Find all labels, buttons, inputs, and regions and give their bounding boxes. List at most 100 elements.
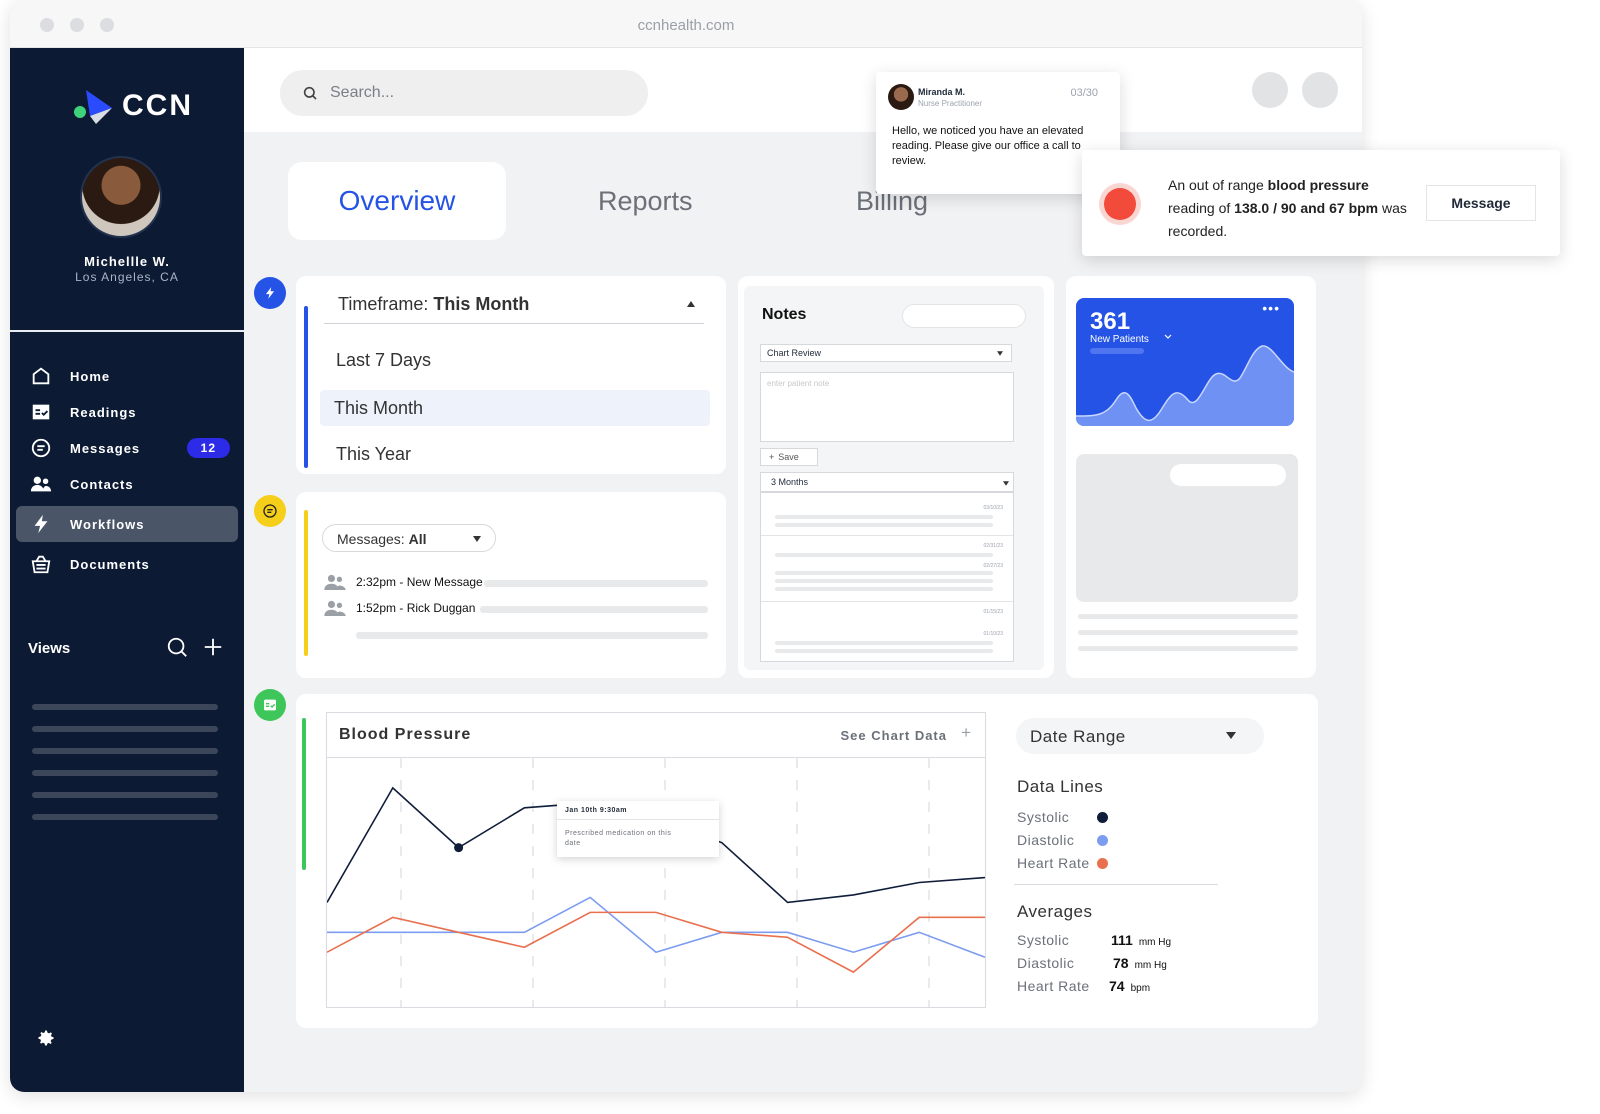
- contacts-icon: [324, 600, 346, 616]
- notification-body: Hello, we noticed you have an elevated r…: [892, 125, 1084, 167]
- tab-overview[interactable]: Overview: [288, 162, 506, 240]
- message-preview-placeholder: [484, 580, 708, 587]
- timeframe-card: Timeframe: This Month Last 7 Days This M…: [296, 276, 726, 474]
- message-preview-placeholder: [480, 606, 708, 613]
- highlighted-data-point[interactable]: [454, 843, 464, 853]
- average-number: 78: [1113, 955, 1129, 971]
- sidebar-item-messages[interactable]: Messages 12: [16, 430, 238, 466]
- chat-icon: [263, 504, 277, 518]
- brand-name: CCN: [122, 89, 193, 122]
- divider: [761, 601, 1013, 602]
- message-item[interactable]: 2:32pm - New Message: [324, 574, 483, 590]
- date-range-label: Date Range: [1030, 727, 1126, 746]
- average-label: Diastolic: [1017, 955, 1075, 971]
- note-placeholder: [775, 579, 993, 583]
- average-unit: mm Hg: [1134, 960, 1167, 971]
- series-line-diastolic[interactable]: [327, 896, 985, 958]
- note-date: 01/15/23: [983, 609, 1003, 615]
- gear-icon[interactable]: [36, 1028, 56, 1048]
- sidebar-item-workflows[interactable]: Workflows: [16, 506, 238, 542]
- sidebar-divider: [10, 330, 244, 332]
- more-icon[interactable]: •••: [1262, 300, 1280, 316]
- range-select[interactable]: 3 Months: [760, 472, 1014, 492]
- brand-logo[interactable]: CCN: [72, 86, 193, 126]
- views-actions: [166, 636, 224, 658]
- note-date: 02/31/23: [983, 543, 1003, 549]
- data-lines-title: Data Lines: [1017, 777, 1104, 796]
- note-textarea[interactable]: enter patient note: [760, 372, 1014, 442]
- plus-icon[interactable]: [202, 636, 224, 658]
- timeframe-select[interactable]: Timeframe: This Month: [338, 294, 529, 315]
- caret-up-icon[interactable]: [686, 300, 696, 308]
- note-placeholder: [775, 523, 993, 527]
- tab-reports[interactable]: Reports: [598, 186, 693, 217]
- legend-item[interactable]: Diastolic: [1017, 831, 1127, 849]
- messages-filter-select[interactable]: Messages: All: [322, 524, 496, 552]
- range-value: 3 Months: [771, 477, 809, 487]
- sidebar-item-label: Home: [70, 368, 111, 384]
- search-input[interactable]: Search...: [280, 70, 648, 116]
- placeholder-line: [1078, 630, 1298, 635]
- view-placeholder: [32, 814, 218, 820]
- average-value: 78 mm Hg: [1113, 955, 1167, 971]
- divider: [557, 819, 719, 820]
- bolt-icon: [265, 287, 275, 299]
- user-location: Los Angeles, CA: [75, 270, 179, 284]
- option-this-month[interactable]: This Month: [320, 390, 710, 426]
- note-placeholder: [775, 515, 993, 519]
- tooltip-body: Prescribed medication on this date: [565, 830, 672, 847]
- search-placeholder: Search...: [330, 84, 395, 101]
- plus-icon[interactable]: +: [961, 723, 971, 743]
- patients-area-chart: [1076, 345, 1294, 426]
- profile-button[interactable]: [1252, 72, 1288, 108]
- messages-count-badge: 12: [186, 438, 230, 458]
- notes-title: Notes: [762, 306, 807, 323]
- sender-role: Nurse Practitioner: [918, 99, 983, 108]
- home-icon: [32, 367, 50, 385]
- save-note-button[interactable]: + Save: [760, 448, 818, 466]
- settings-button[interactable]: [1302, 72, 1338, 108]
- sidebar-item-documents[interactable]: Documents: [16, 546, 238, 582]
- search-icon[interactable]: [166, 636, 188, 658]
- title-bar: ccnhealth.com: [10, 0, 1362, 48]
- sidebar-item-contacts[interactable]: Contacts: [16, 466, 238, 502]
- note-placeholder: [775, 587, 993, 591]
- message-button[interactable]: Message: [1426, 185, 1536, 221]
- reading-alert: An out of range blood pressure reading o…: [1082, 150, 1560, 256]
- average-value: 74 bpm: [1109, 978, 1150, 994]
- option-last-7-days[interactable]: Last 7 Days: [336, 350, 431, 371]
- caret-down-icon: [1226, 732, 1236, 739]
- average-label: Heart Rate: [1017, 978, 1090, 994]
- date-range-select[interactable]: Date Range: [1016, 718, 1264, 754]
- legend-swatch: [1097, 858, 1108, 869]
- new-patients-widget[interactable]: 361 New Patients •••: [1076, 298, 1294, 426]
- option-this-year[interactable]: This Year: [336, 444, 411, 465]
- readings-icon: [264, 699, 276, 711]
- legend-item[interactable]: Systolic: [1017, 808, 1127, 826]
- see-chart-data-link[interactable]: See Chart Data: [841, 728, 947, 743]
- alert-mid: reading of: [1168, 200, 1235, 216]
- messages-card: Messages: All 2:32pm - New Message 1:52p…: [296, 492, 726, 678]
- tooltip-title: Jan 10th 9:30am: [565, 807, 627, 814]
- sender-avatar: [888, 84, 914, 110]
- sidebar-item-home[interactable]: Home: [16, 358, 238, 394]
- legend-swatch: [1097, 812, 1108, 823]
- accent-bar: [304, 306, 308, 468]
- user-avatar[interactable]: [80, 156, 162, 238]
- notes-history-list: 03/10/23 02/31/23 02/27/23 01/15/23 01/1…: [760, 492, 1014, 662]
- sender-name: Miranda M.: [918, 87, 966, 97]
- legend-item[interactable]: Heart Rate: [1017, 854, 1127, 872]
- alert-text: An out of range blood pressure reading o…: [1168, 174, 1408, 243]
- notes-search-input[interactable]: [902, 304, 1026, 328]
- legend-label: Diastolic: [1017, 832, 1075, 848]
- averages-title: Averages: [1017, 902, 1093, 921]
- placeholder-line: [1078, 646, 1298, 651]
- url-text[interactable]: ccnhealth.com: [10, 17, 1362, 34]
- bp-line-chart[interactable]: [327, 758, 985, 1007]
- bp-chart-title: Blood Pressure: [339, 726, 472, 743]
- legend-label: Systolic: [1017, 809, 1070, 825]
- sidebar-item-readings[interactable]: Readings: [16, 394, 238, 430]
- message-item[interactable]: 1:52pm - Rick Duggan: [324, 600, 475, 616]
- note-placeholder: [775, 571, 993, 575]
- note-type-select[interactable]: Chart Review: [760, 344, 1012, 362]
